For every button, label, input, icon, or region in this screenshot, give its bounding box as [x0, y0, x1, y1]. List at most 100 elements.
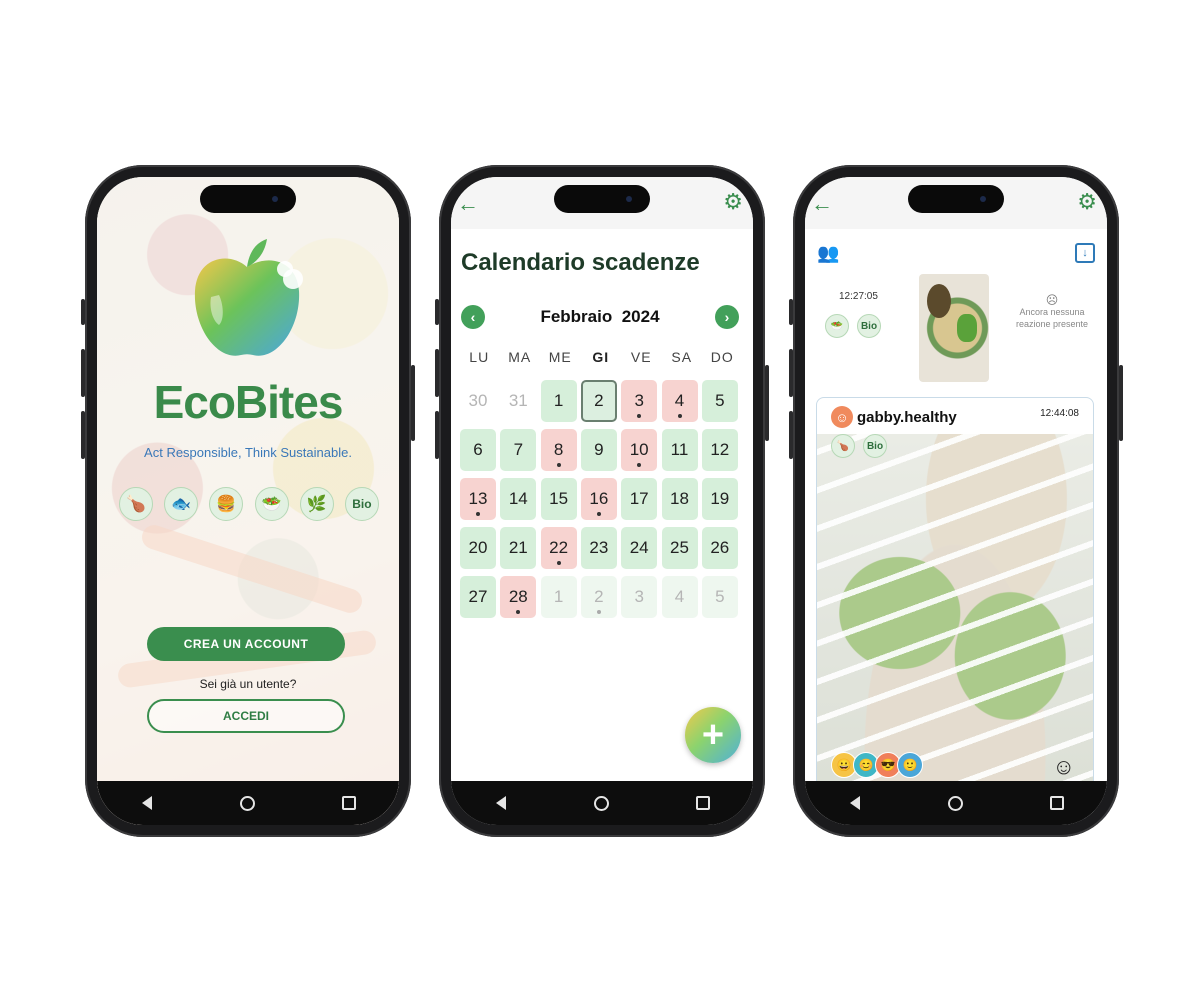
calendar-day[interactable]: 30	[460, 380, 496, 422]
calendar-day[interactable]: 5	[701, 380, 738, 422]
android-nav-bar	[451, 781, 753, 825]
post-badges: 🍗 Bio	[831, 434, 887, 458]
calendar-day[interactable]: 10	[621, 429, 658, 471]
add-button[interactable]: +	[685, 707, 741, 763]
calendar-day[interactable]: 21	[500, 527, 537, 569]
nav-recents-icon[interactable]	[683, 796, 723, 810]
calendar-day[interactable]: 4	[661, 576, 698, 618]
avatar: ☺	[831, 406, 853, 428]
calendar-day[interactable]: 12	[701, 429, 738, 471]
salad-bowl-icon: 🥗	[825, 314, 849, 338]
calendar-day[interactable]: 3	[621, 380, 658, 422]
calendar-day[interactable]: 20	[460, 527, 496, 569]
calendar-day[interactable]: 22	[540, 527, 577, 569]
calendar-day[interactable]: 1	[540, 576, 577, 618]
dynamic-island	[908, 185, 1004, 213]
calendar-day[interactable]: 13	[460, 478, 496, 520]
back-arrow-icon[interactable]: ←	[811, 191, 833, 217]
weekday-label: VE	[630, 349, 652, 365]
calendar-day[interactable]: 23	[580, 527, 617, 569]
phone-login: EcoBites Act Responsible, Think Sustaina…	[81, 165, 415, 837]
weekday-label: SA	[671, 349, 693, 365]
calendar-day[interactable]: 24	[621, 527, 658, 569]
weekday-label: DO	[710, 349, 734, 365]
year-label: 2024	[621, 307, 660, 326]
nav-home-icon[interactable]	[228, 795, 268, 811]
apple-logo-icon	[194, 239, 303, 356]
salad-bowl-icon: 🥗	[254, 487, 289, 521]
sad-face-icon: ☹	[1045, 293, 1059, 307]
post-thumbnail[interactable]	[919, 274, 989, 382]
no-reaction-label: Ancora nessuna reazione presente	[1015, 307, 1089, 329]
next-month-button[interactable]: ›	[715, 305, 739, 329]
calendar-day[interactable]: 1	[540, 380, 577, 422]
calendar-day[interactable]: 25	[661, 527, 698, 569]
calendar-day[interactable]: 4	[661, 380, 698, 422]
calendar-day[interactable]: 2	[580, 576, 617, 618]
calendar-day[interactable]: 18	[661, 478, 698, 520]
post-time: 12:44:08	[1040, 408, 1079, 419]
bio-icon: Bio	[344, 487, 379, 521]
calendar-day[interactable]: 17	[621, 478, 658, 520]
calendar-day[interactable]: 11	[661, 429, 698, 471]
phone-feed: ← ⚙ 👥 ↓ 12:27:05 🥗 Bio ☹ Ancora nessuna …	[789, 165, 1123, 837]
weekday-label: MA	[508, 349, 532, 365]
bio-icon: Bio	[857, 314, 881, 338]
add-reaction-icon[interactable]: ☺	[1053, 754, 1075, 780]
android-nav-bar	[97, 781, 399, 825]
friends-icon[interactable]: 👥	[817, 243, 839, 264]
calendar-day[interactable]: 31	[500, 380, 536, 422]
nav-back-icon[interactable]	[835, 796, 875, 810]
calendar-day[interactable]: 27	[460, 576, 496, 618]
fish-icon: 🐟	[164, 487, 199, 521]
calendar-day[interactable]: 3	[621, 576, 658, 618]
nav-back-icon[interactable]	[481, 796, 521, 810]
calendar-day[interactable]: 6	[460, 429, 496, 471]
calendar-day[interactable]: 19	[701, 478, 738, 520]
meat-icon: 🍗	[119, 487, 153, 521]
gear-icon[interactable]: ⚙	[723, 189, 743, 215]
calendar-day[interactable]: 28	[500, 576, 537, 618]
weekday-label: ME	[548, 349, 572, 365]
nav-home-icon[interactable]	[936, 795, 976, 811]
calendar-day[interactable]: 15	[540, 478, 577, 520]
username: gabby.healthy	[857, 408, 957, 426]
burger-icon: 🍔	[209, 487, 244, 521]
nav-recents-icon[interactable]	[1037, 796, 1077, 810]
nav-back-icon[interactable]	[127, 796, 167, 810]
food-photo	[817, 434, 1093, 792]
post-time: 12:27:05	[839, 291, 878, 302]
diet-icons-row: 🍗 🐟 🍔 🥗 🌿 Bio	[119, 487, 379, 521]
screen-login: EcoBites Act Responsible, Think Sustaina…	[97, 177, 399, 825]
calendar-day[interactable]: 14	[500, 478, 537, 520]
calendar-day[interactable]: 26	[701, 527, 738, 569]
calendar-day[interactable]: 16	[580, 478, 617, 520]
post-badges: 🥗 Bio	[825, 314, 881, 338]
post-card[interactable]: ☺ gabby.healthy 12:44:08 🍗 Bio 😀 😊 😎 🙂 ☺	[816, 397, 1094, 819]
reaction-avatars[interactable]: 😀 😊 😎 🙂	[831, 752, 923, 778]
page-title: Calendario scadenze	[461, 249, 700, 276]
nav-recents-icon[interactable]	[329, 796, 369, 810]
month-label: Febbraio	[540, 307, 613, 326]
calendar-day[interactable]: 9	[580, 429, 617, 471]
android-nav-bar	[805, 781, 1107, 825]
weekday-label: LU	[469, 349, 490, 365]
weekday-header: LU MA ME GI VE SA DO	[459, 349, 743, 365]
login-button[interactable]: ACCEDI	[147, 699, 345, 733]
reaction-avatar: 🙂	[897, 752, 923, 778]
calendar-day[interactable]: 7	[500, 429, 537, 471]
screen-feed: ← ⚙ 👥 ↓ 12:27:05 🥗 Bio ☹ Ancora nessuna …	[805, 177, 1107, 825]
bio-icon: Bio	[863, 434, 887, 458]
create-account-button[interactable]: CREA UN ACCOUNT	[147, 627, 345, 661]
calendar-day[interactable]: 8	[540, 429, 577, 471]
calendar-day[interactable]: 2	[580, 380, 617, 422]
nav-home-icon[interactable]	[582, 795, 622, 811]
month-navigator: ‹ Febbraio 2024 ›	[461, 305, 739, 331]
gear-icon[interactable]: ⚙	[1077, 189, 1097, 215]
tagline: Act Responsible, Think Sustainable.	[144, 445, 352, 460]
post-author[interactable]: ☺ gabby.healthy	[831, 406, 957, 428]
back-arrow-icon[interactable]: ←	[457, 191, 479, 217]
archive-download-icon[interactable]: ↓	[1075, 243, 1095, 263]
phone-calendar: ← ⚙ Calendario scadenze ‹ Febbraio 2024 …	[435, 165, 769, 837]
calendar-day[interactable]: 5	[701, 576, 738, 618]
